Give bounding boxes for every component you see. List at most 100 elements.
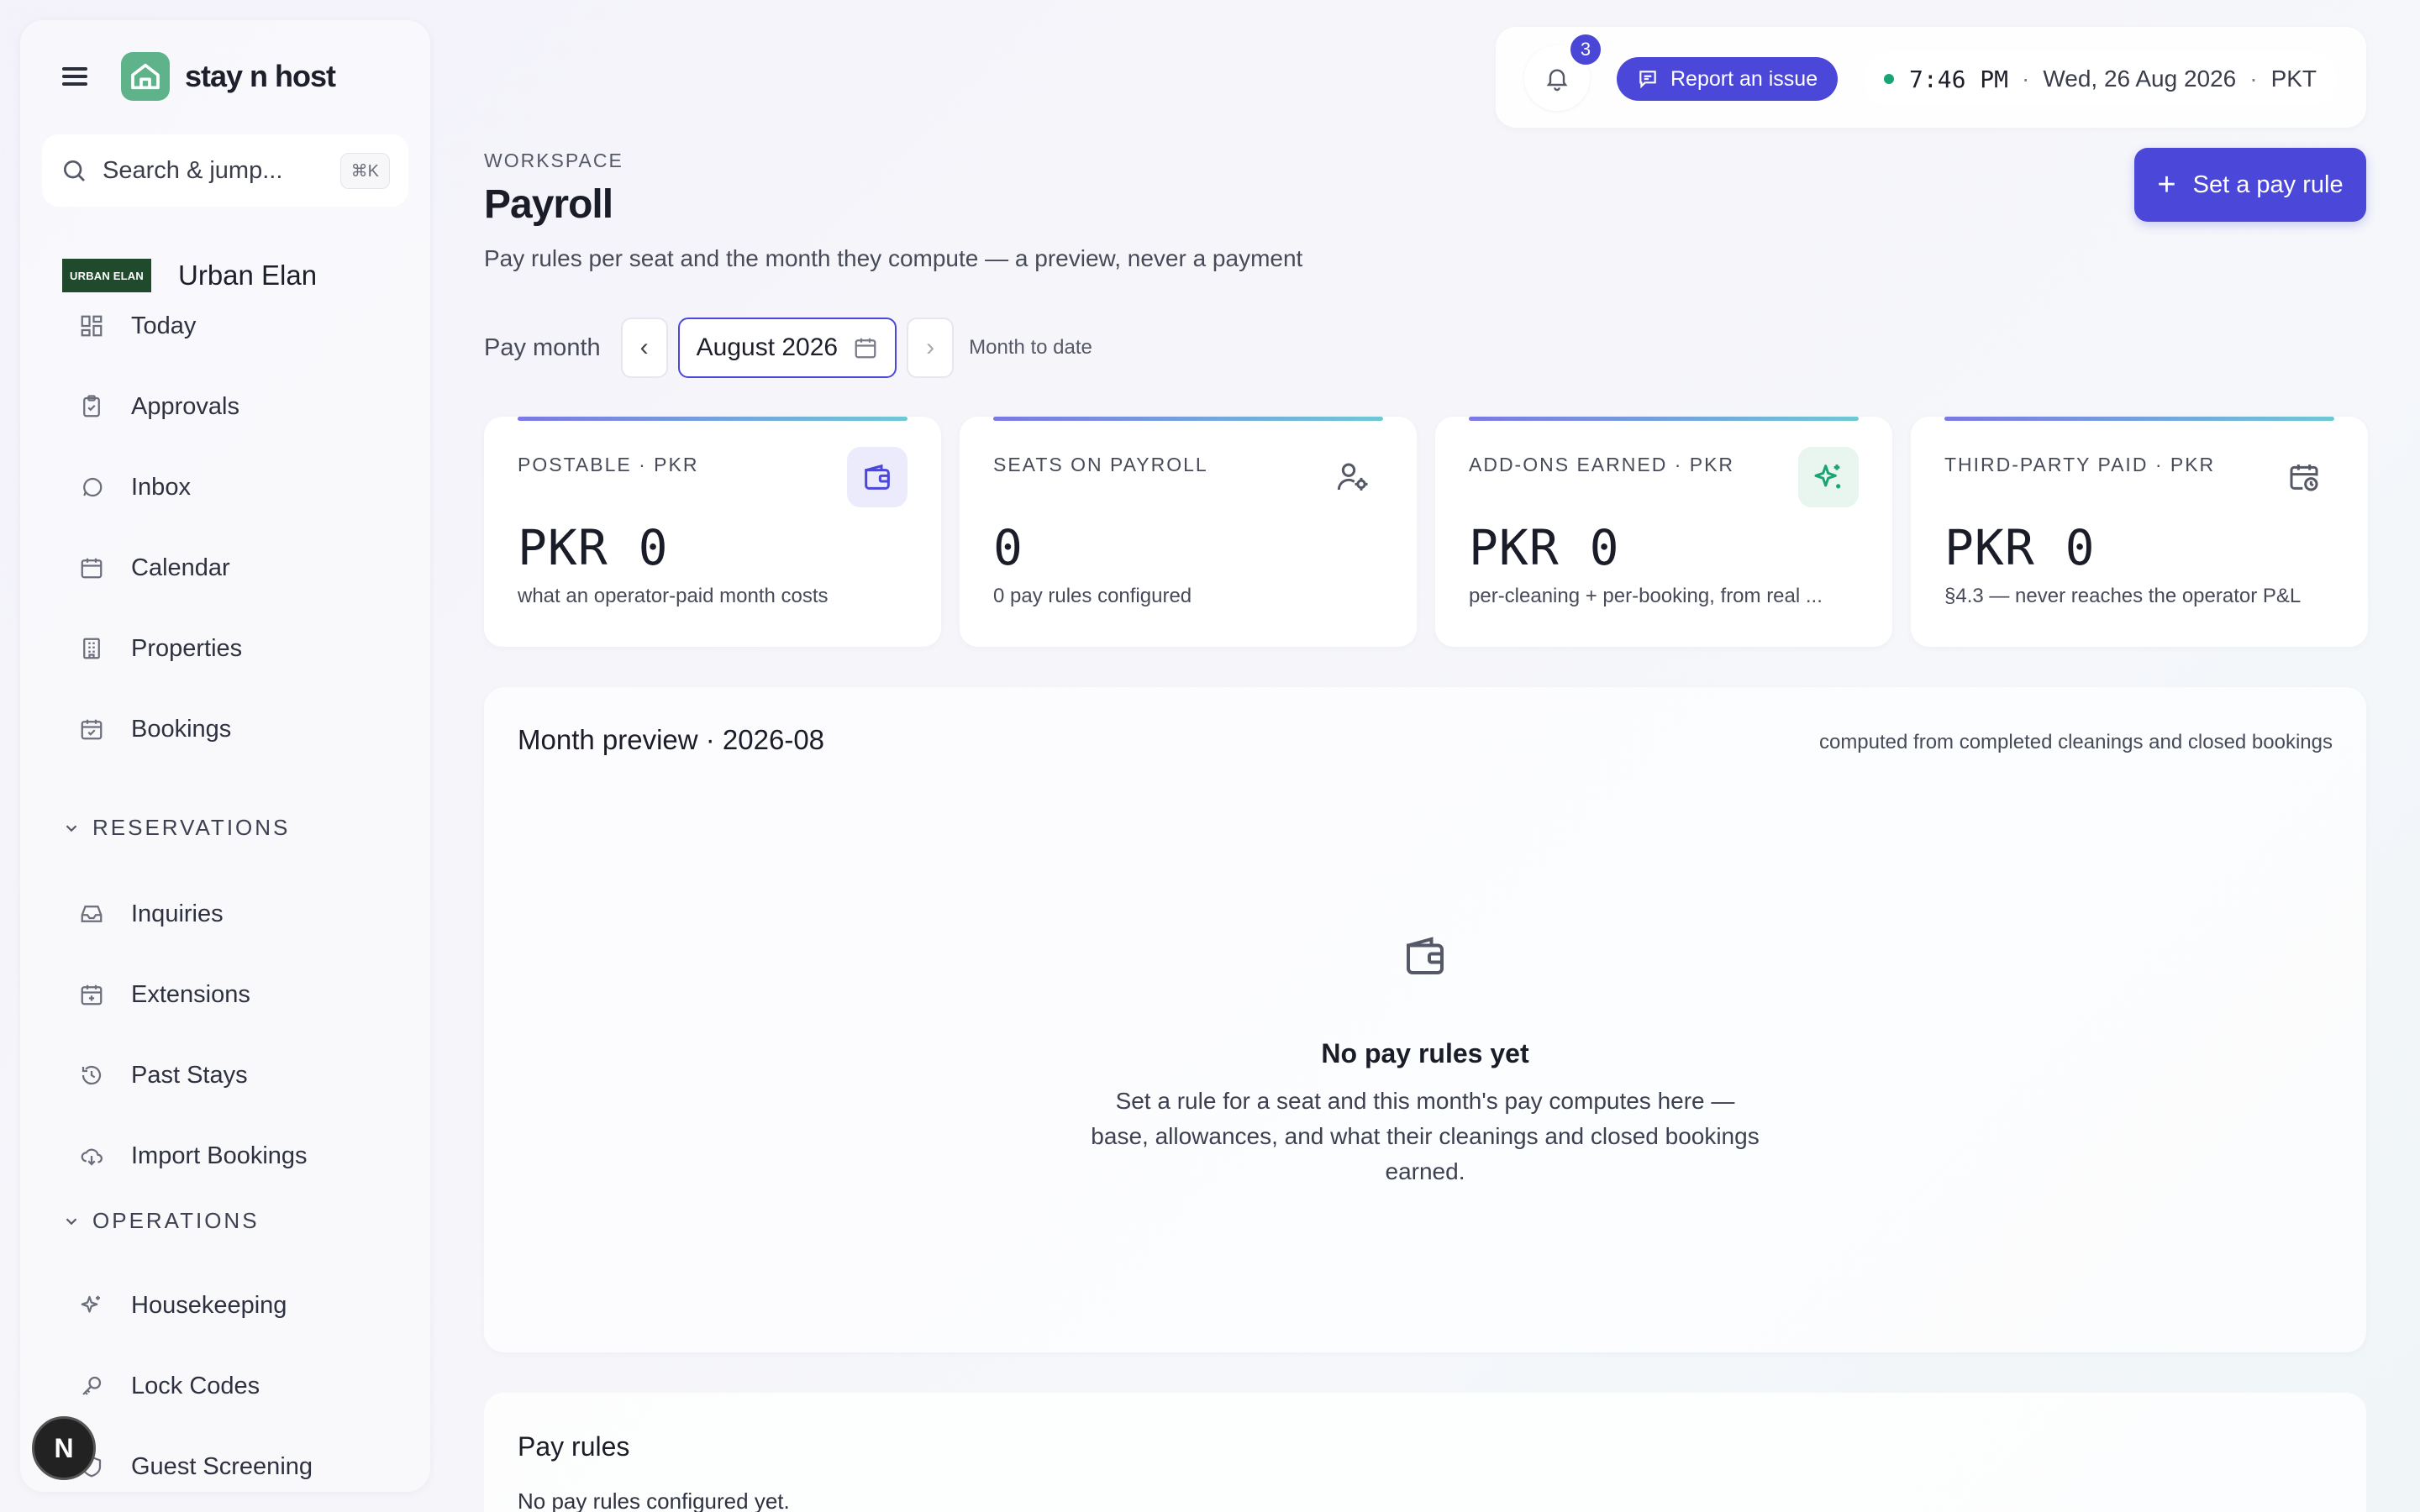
sidebar-item-inquiries[interactable]: Inquiries	[54, 880, 398, 948]
clock-date: Wed, 26 Aug 2026	[2043, 66, 2237, 92]
section-operations[interactable]: OPERATIONS	[62, 1208, 260, 1234]
user-cog-icon	[1323, 447, 1383, 507]
empty-state-title: No pay rules yet	[1321, 1038, 1529, 1068]
search-placeholder[interactable]: Search & jump...	[103, 157, 340, 185]
stat-value: PKR 0	[1944, 519, 2096, 576]
sidebar-item-label: Import Bookings	[131, 1142, 308, 1169]
message-square-icon	[1639, 71, 1656, 89]
plus-icon: +	[2157, 166, 2176, 202]
pay-rules-title: Pay rules	[518, 1431, 630, 1462]
cloud-download-icon	[77, 1142, 106, 1170]
chevron-down-icon	[66, 824, 77, 832]
message-circle-icon	[77, 473, 106, 501]
stat-label: ADD-ONS EARNED · PKR	[1469, 454, 1735, 475]
wallet-icon	[847, 447, 908, 507]
sidebar-item-label: Extensions	[131, 980, 250, 1008]
next-month-button[interactable]: ›	[907, 318, 955, 378]
chevron-down-icon	[66, 1217, 77, 1225]
calendar-plus-icon	[77, 980, 106, 1009]
stat-card-postable: POSTABLE · PKR PKR 0 what an operator-pa…	[484, 417, 941, 647]
sidebar-item-label: Approvals	[131, 392, 239, 420]
org-logo: URBAN ELAN	[62, 259, 151, 292]
search-box[interactable]: Search & jump... ⌘K	[42, 134, 408, 207]
preview-note: computed from completed cleanings and cl…	[1818, 731, 2333, 753]
card-accent-bar	[993, 417, 1383, 421]
sidebar-item-properties[interactable]: Properties	[54, 615, 398, 682]
report-issue-label: Report an issue	[1670, 66, 1818, 91]
menu-icon[interactable]	[60, 62, 89, 91]
search-shortcut: ⌘K	[339, 152, 390, 189]
history-icon	[77, 1061, 106, 1089]
section-title: OPERATIONS	[92, 1208, 260, 1233]
month-preview-panel: Month preview · 2026-08 computed from co…	[484, 687, 2366, 1352]
sidebar-item-lock-codes[interactable]: Lock Codes	[54, 1352, 398, 1420]
search-icon	[64, 160, 85, 181]
calendar-icon	[855, 338, 876, 359]
sidebar-item-label: Calendar	[131, 554, 230, 581]
clock-widget: 7:46 PM · Wed, 26 Aug 2026 · PKT	[1864, 52, 2338, 106]
inbox-tray-icon	[77, 900, 106, 928]
section-reservations[interactable]: RESERVATIONS	[62, 815, 290, 841]
card-accent-bar	[518, 417, 908, 421]
separator: ·	[2249, 66, 2258, 92]
stat-card-seats: SEATS ON PAYROLL 0 0 pay rules configure…	[960, 417, 1417, 647]
stat-label: POSTABLE · PKR	[518, 454, 699, 475]
stat-label: SEATS ON PAYROLL	[993, 454, 1208, 475]
notification-count-badge: 3	[1568, 32, 1603, 67]
month-value: August 2026	[696, 333, 839, 361]
sidebar-item-calendar[interactable]: Calendar	[54, 534, 398, 601]
sidebar-item-label: Housekeeping	[131, 1291, 287, 1319]
status-dot	[1884, 74, 1894, 84]
house-logo-icon[interactable]	[121, 52, 170, 101]
prev-month-button[interactable]: ‹	[620, 318, 668, 378]
stat-hint: §4.3 — never reaches the operator P&L	[1944, 585, 2302, 607]
set-pay-rule-label: Set a pay rule	[2192, 171, 2344, 198]
org-switcher[interactable]: URBAN ELAN Urban Elan	[62, 259, 317, 292]
sidebar-item-label: Inbox	[131, 473, 191, 501]
page-title: Payroll	[484, 182, 613, 227]
sidebar-item-import-bookings[interactable]: Import Bookings	[54, 1122, 398, 1189]
stat-label: THIRD-PARTY PAID · PKR	[1944, 454, 2216, 475]
stat-value: PKR 0	[518, 519, 669, 576]
dashboard-grid-icon	[77, 312, 106, 340]
pay-month-picker: Pay month ‹ August 2026 › Month to date	[484, 318, 1092, 378]
sidebar-item-past-stays[interactable]: Past Stays	[54, 1042, 398, 1109]
pay-rules-panel: Pay rules No pay rules configured yet.	[484, 1393, 2366, 1512]
set-pay-rule-button[interactable]: + Set a pay rule	[2134, 148, 2366, 222]
section-title: RESERVATIONS	[92, 815, 291, 840]
month-mode: Month to date	[969, 336, 1092, 359]
sparkles-icon	[77, 1291, 106, 1320]
sidebar-item-label: Lock Codes	[131, 1372, 260, 1399]
report-issue-button[interactable]: Report an issue	[1617, 57, 1839, 101]
sidebar-item-approvals[interactable]: Approvals	[54, 373, 398, 440]
stat-hint: what an operator-paid month costs	[518, 585, 829, 607]
org-name[interactable]: Urban Elan	[178, 260, 317, 291]
sparkles-icon	[1798, 447, 1859, 507]
clock-time: 7:46 PM	[1909, 65, 2009, 93]
sidebar-item-label: Bookings	[131, 715, 232, 743]
sidebar-item-housekeeping[interactable]: Housekeeping	[54, 1272, 398, 1339]
empty-state-text: Set a rule for a seat and this month's p…	[1091, 1088, 1760, 1184]
stat-card-third-party: THIRD-PARTY PAID · PKR PKR 0 §4.3 — neve…	[1911, 417, 2368, 647]
brand-row: stay n host	[60, 52, 336, 101]
sidebar: stay n host Search & jump... ⌘K URBAN EL…	[20, 20, 430, 1492]
stat-hint: 0 pay rules configured	[993, 585, 1192, 607]
sidebar-item-guest-screening[interactable]: Guest Screening	[54, 1433, 398, 1492]
clock-timezone: PKT	[2270, 66, 2317, 92]
brand-name[interactable]: stay n host	[185, 59, 336, 94]
sidebar-item-inbox[interactable]: Inbox	[54, 454, 398, 521]
sidebar-item-bookings[interactable]: Bookings	[54, 696, 398, 763]
sidebar-item-today[interactable]: Today	[54, 292, 398, 360]
sidebar-item-label: Past Stays	[131, 1061, 248, 1089]
page-subtitle: Pay rules per seat and the month they co…	[484, 245, 1303, 271]
wallet-icon	[1407, 937, 1444, 974]
stat-card-add-ons: ADD-ONS EARNED · PKR PKR 0 per-cleaning …	[1435, 417, 1892, 647]
sidebar-item-label: Guest Screening	[131, 1452, 313, 1480]
sidebar-item-label: Today	[131, 312, 197, 339]
key-icon	[77, 1372, 106, 1400]
sidebar-item-extensions[interactable]: Extensions	[54, 961, 398, 1028]
clipboard-check-icon	[77, 392, 106, 421]
bell-icon	[1546, 69, 1568, 92]
month-select[interactable]: August 2026	[677, 318, 897, 378]
avatar[interactable]: N	[32, 1416, 96, 1480]
